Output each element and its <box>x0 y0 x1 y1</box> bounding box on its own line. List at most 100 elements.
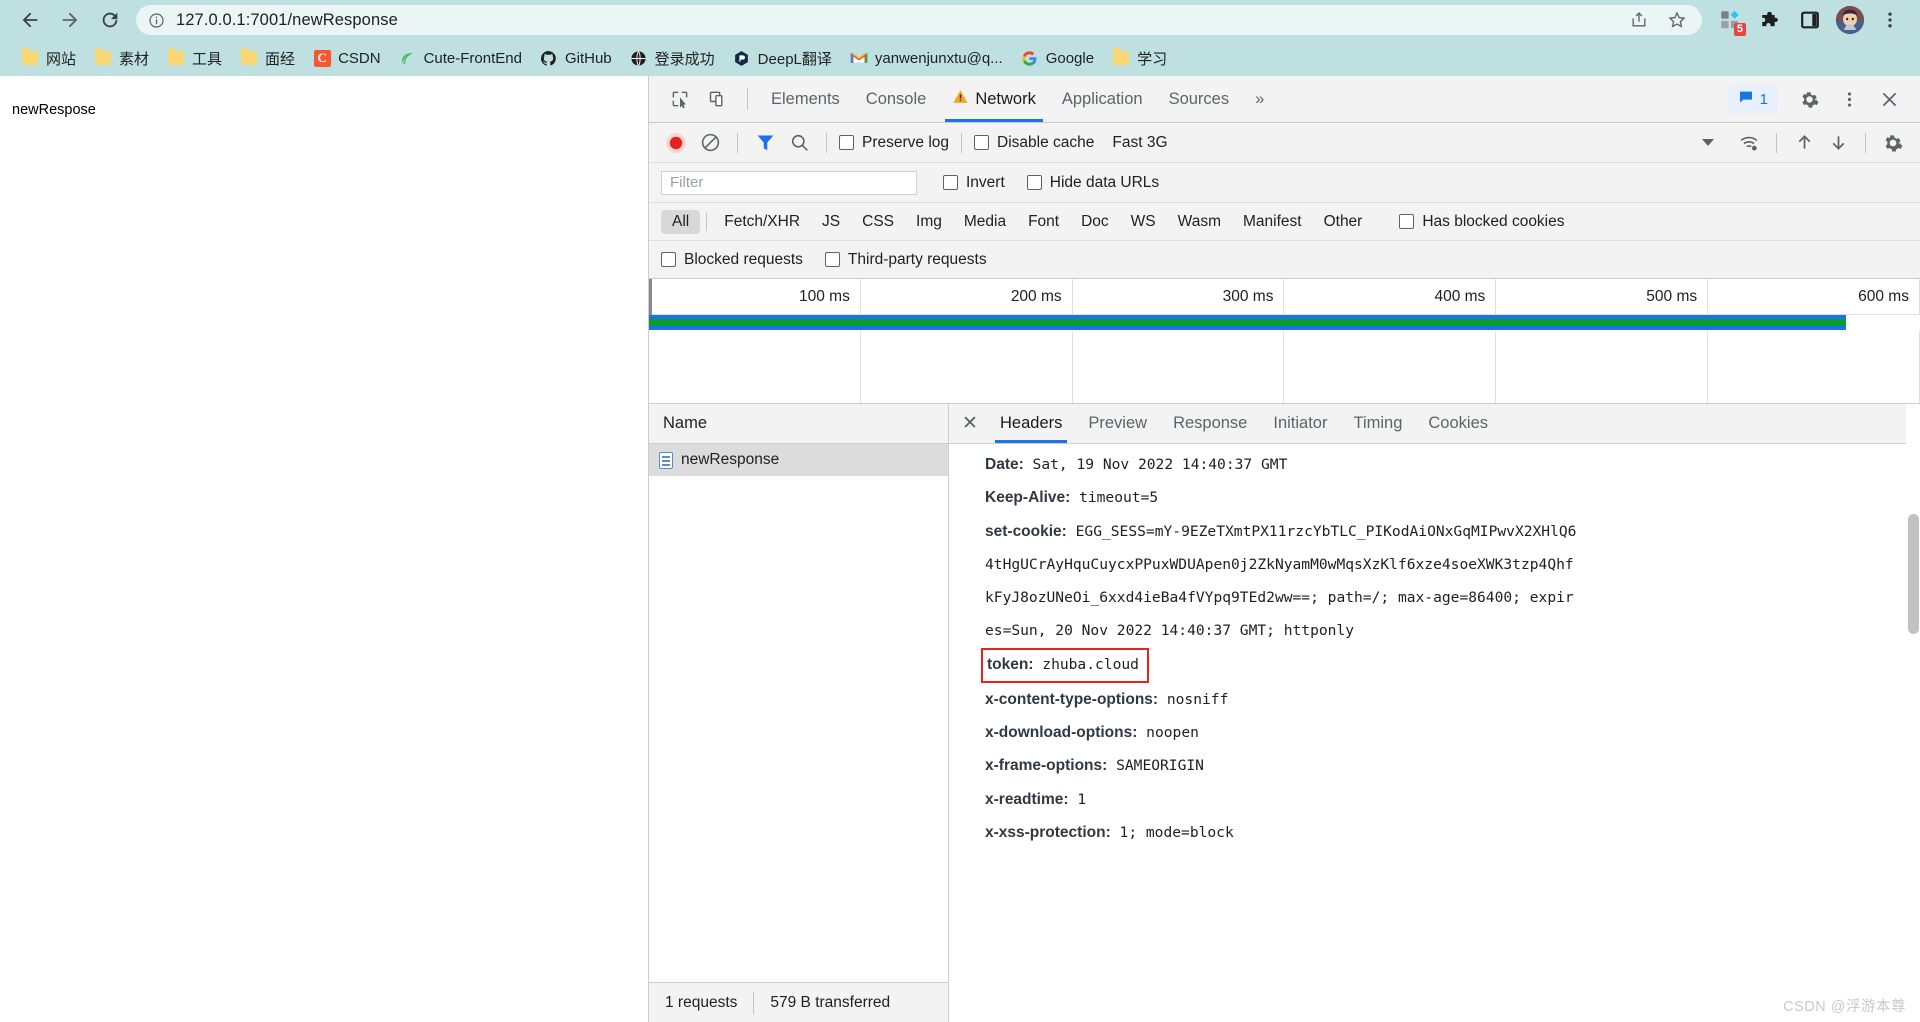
divider <box>706 212 708 231</box>
export-har-icon[interactable] <box>1823 129 1853 157</box>
tab-application[interactable]: Application <box>1049 76 1156 122</box>
extensions-puzzle-icon[interactable] <box>1753 3 1787 37</box>
bookmark-label: 登录成功 <box>654 50 715 68</box>
extensions-grid-icon[interactable]: 5 <box>1713 3 1747 37</box>
forward-arrow-icon[interactable] <box>50 2 90 38</box>
has-blocked-cookies-checkbox[interactable]: Has blocked cookies <box>1399 213 1565 231</box>
bookmark-item[interactable]: 网站 <box>12 45 85 72</box>
record-stop-icon[interactable] <box>661 129 691 157</box>
blocked-requests-row: Blocked requests Third-party requests <box>649 241 1920 279</box>
bookmark-item[interactable]: 学习 <box>1103 45 1176 72</box>
gear-icon[interactable] <box>1790 82 1828 116</box>
checkbox-box[interactable] <box>1399 214 1415 229</box>
type-filter-wasm[interactable]: Wasm <box>1167 210 1232 234</box>
type-filter-manifest[interactable]: Manifest <box>1232 210 1313 234</box>
tab-network[interactable]: Network <box>939 76 1049 122</box>
back-arrow-icon[interactable] <box>10 2 50 38</box>
detail-tab-headers[interactable]: Headers <box>987 404 1075 443</box>
checkbox-box[interactable] <box>661 252 676 267</box>
issues-counter[interactable]: 1 <box>1727 85 1778 113</box>
star-icon[interactable] <box>1664 7 1690 33</box>
type-filter-media[interactable]: Media <box>953 210 1017 234</box>
header-key: token: <box>987 655 1034 673</box>
filter-input[interactable] <box>661 170 917 195</box>
side-panel-icon[interactable] <box>1793 3 1827 37</box>
filter-row: Invert Hide data URLs <box>649 163 1920 203</box>
tab-console[interactable]: Console <box>853 76 940 122</box>
throttling-value: Fast 3G <box>1112 133 1168 151</box>
tab-sources[interactable]: Sources <box>1156 76 1243 122</box>
overview-gridlines <box>649 331 1920 403</box>
bookmark-item[interactable]: GitHub <box>531 46 621 70</box>
type-filter-img[interactable]: Img <box>905 210 953 234</box>
share-icon[interactable] <box>1626 7 1652 33</box>
clear-icon[interactable] <box>695 129 725 157</box>
detail-tab-initiator[interactable]: Initiator <box>1260 404 1340 443</box>
gear-icon[interactable] <box>1878 129 1908 157</box>
import-har-icon[interactable] <box>1789 129 1819 157</box>
throttling-select[interactable]: Fast 3G <box>1112 134 1167 152</box>
avatar[interactable] <box>1833 3 1867 37</box>
bookmark-item[interactable]: 工具 <box>158 45 231 72</box>
info-circle-icon[interactable] <box>148 12 165 29</box>
network-conditions-icon[interactable] <box>1734 129 1764 157</box>
type-filter-css[interactable]: CSS <box>851 210 905 234</box>
checkbox-box[interactable] <box>824 252 840 267</box>
overview-left-handle[interactable] <box>649 279 652 315</box>
type-filter-js[interactable]: JS <box>811 210 851 234</box>
detail-tab-cookies[interactable]: Cookies <box>1415 404 1501 443</box>
detail-tab-timing[interactable]: Timing <box>1340 404 1415 443</box>
close-icon[interactable]: ✕ <box>953 407 987 441</box>
more-tabs-button[interactable]: » <box>1242 76 1277 122</box>
bookmark-item[interactable]: 登录成功 <box>621 45 724 72</box>
chevron-down-icon[interactable] <box>1702 139 1714 146</box>
detail-tab-preview[interactable]: Preview <box>1075 404 1160 443</box>
bookmark-item[interactable]: Google <box>1012 46 1103 70</box>
inspect-element-icon[interactable] <box>661 82 699 116</box>
three-dot-menu-icon[interactable] <box>1873 3 1907 37</box>
checkbox-box[interactable] <box>1026 175 1042 190</box>
preserve-log-checkbox[interactable]: Preserve log <box>839 134 949 152</box>
type-filter-fetch-xhr[interactable]: Fetch/XHR <box>713 210 811 234</box>
deepl-icon <box>733 49 751 67</box>
type-filter-doc[interactable]: Doc <box>1070 210 1120 234</box>
overview-tick: 500 ms <box>1496 279 1709 314</box>
address-bar[interactable]: 127.0.0.1:7001/newResponse <box>136 5 1702 35</box>
bookmark-item[interactable]: Cute-FrontEnd <box>390 46 531 70</box>
bookmark-label: Cute-FrontEnd <box>423 49 522 67</box>
bookmark-item[interactable]: 面经 <box>231 45 304 72</box>
network-overview-timeline[interactable]: 100 ms 200 ms 300 ms 400 ms 500 ms 600 m… <box>649 279 1920 404</box>
checkbox-box[interactable] <box>974 135 990 150</box>
extensions-badge: 5 <box>1733 23 1746 36</box>
header-value: timeout=5 <box>1070 489 1159 507</box>
blocked-requests-checkbox[interactable]: Blocked requests <box>661 251 803 269</box>
close-icon[interactable] <box>1870 82 1908 116</box>
request-row[interactable]: newResponse <box>649 444 948 476</box>
checkbox-box[interactable] <box>839 135 854 150</box>
checkbox-box[interactable] <box>943 175 958 190</box>
disable-cache-checkbox[interactable]: Disable cache <box>974 134 1094 152</box>
detail-tab-response[interactable]: Response <box>1160 404 1260 443</box>
request-list-column-header[interactable]: Name <box>649 404 948 444</box>
three-dot-menu-icon[interactable] <box>1830 82 1868 116</box>
scrollbar-thumb[interactable] <box>1908 514 1919 634</box>
bookmark-item[interactable]: 素材 <box>85 45 158 72</box>
type-filter-all[interactable]: All <box>661 209 701 234</box>
tab-elements[interactable]: Elements <box>758 76 853 122</box>
header-row-date: Date: Sat, 19 Nov 2022 14:40:37 GMT <box>985 448 1920 481</box>
detail-scrollbar[interactable] <box>1906 404 1920 1022</box>
type-filter-font[interactable]: Font <box>1017 210 1070 234</box>
search-icon[interactable] <box>784 129 814 157</box>
invert-checkbox[interactable]: Invert <box>943 174 1005 192</box>
bookmark-item[interactable]: DeepL翻译 <box>724 45 841 72</box>
filter-funnel-icon[interactable] <box>750 129 780 157</box>
device-toolbar-icon[interactable] <box>699 82 737 116</box>
third-party-requests-checkbox[interactable]: Third-party requests <box>824 251 987 269</box>
reload-icon[interactable] <box>90 2 130 38</box>
type-filter-other[interactable]: Other <box>1313 210 1374 234</box>
bookmark-item[interactable]: C CSDN <box>304 46 390 70</box>
type-filter-ws[interactable]: WS <box>1120 210 1167 234</box>
hide-data-urls-checkbox[interactable]: Hide data URLs <box>1026 174 1159 192</box>
header-row-x-readtime: x-readtime: 1 <box>985 783 1920 816</box>
bookmark-item[interactable]: yanwenjunxtu@q... <box>841 46 1012 70</box>
